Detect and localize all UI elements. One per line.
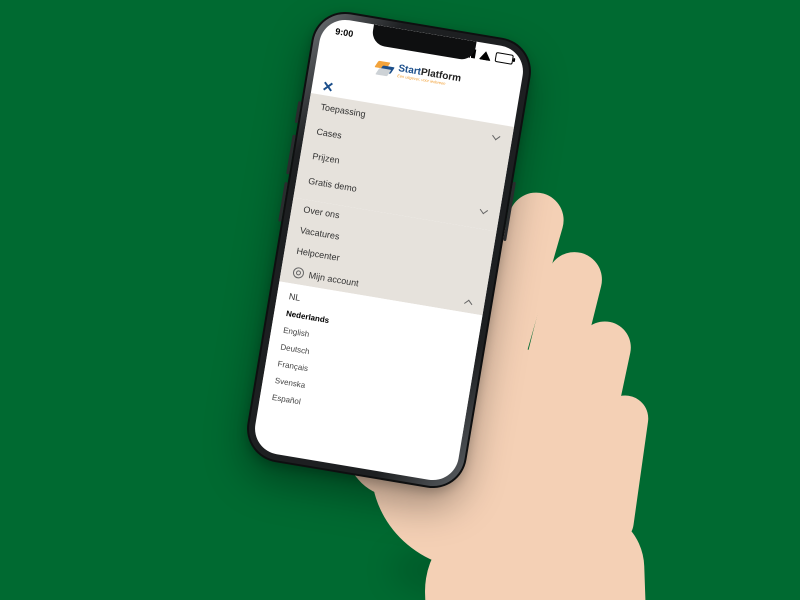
wifi-icon (479, 50, 492, 61)
chevron-down-icon (492, 132, 501, 141)
status-time: 9:00 (335, 26, 354, 39)
nav-label: Toepassing (320, 102, 367, 119)
nav-label: Vacatures (299, 225, 340, 241)
chevron-down-icon (479, 206, 488, 215)
phone-mockup: 9:00 StartPlatform Een uitgever, voor ie… (242, 7, 536, 493)
nav-label: Cases (316, 126, 343, 140)
nav-label: Over ons (303, 204, 341, 220)
nav-label: Gratis demo (308, 176, 358, 194)
account-icon (292, 267, 305, 280)
close-icon: ✕ (321, 78, 335, 96)
chevron-up-icon (464, 297, 473, 306)
battery-icon (495, 52, 514, 65)
nav-label: Prijzen (312, 151, 341, 165)
nav-label: Helpcenter (296, 246, 341, 263)
logo-text: StartPlatform Een uitgever, voor iederee… (397, 64, 462, 88)
logo-mark-icon (375, 60, 395, 77)
nav-label: Mijn account (308, 270, 359, 288)
